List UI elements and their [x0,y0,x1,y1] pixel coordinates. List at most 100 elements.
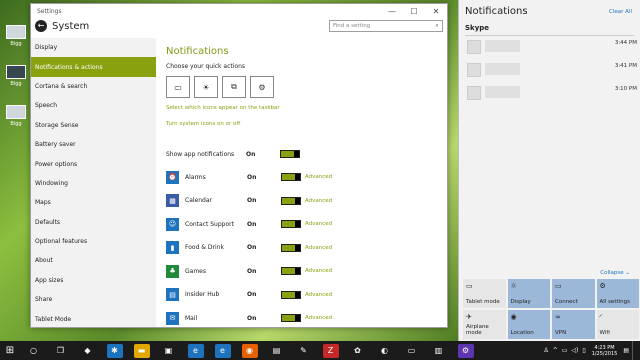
tile-connect[interactable]: ▭ Connect [552,279,595,308]
notification-content [485,40,520,52]
sidebar-item-display[interactable]: Display [31,38,156,57]
brightness-icon[interactable]: ☀ [194,76,218,98]
app-notification-toggle[interactable] [281,243,301,252]
tray-icon[interactable]: ▭ [562,347,568,354]
tray-icon[interactable]: ◁) [571,347,578,354]
sidebar-item-tablet-mode[interactable]: Tablet Mode [31,309,156,328]
app-notification-toggle[interactable] [281,173,301,181]
notification-item[interactable]: 3:10 PM [467,86,637,106]
settings-taskbar-icon[interactable]: ⚙ [457,343,474,358]
sidebar-item-optional-features[interactable]: Optional features [31,232,156,251]
window-title: Settings [37,7,62,15]
advanced-link[interactable]: Advanced [305,245,332,251]
on-label: On [247,267,257,275]
search-icon[interactable]: ○ [25,343,42,358]
desktop-icon[interactable]: Bigg [4,25,28,47]
tablet-icon[interactable]: ▭ [166,76,190,98]
collapse-link[interactable]: Collapse ⌄ [600,270,630,276]
tile-display[interactable]: ☼ Display [507,279,550,308]
taskbar-icons-link[interactable]: Select which icons appear on the taskbar [166,105,447,111]
sidebar-item-share[interactable]: Share [31,290,156,309]
app-notification-row: ▤ Insider Hub On Advanced [166,285,446,305]
tile-airplane-mode[interactable]: ✈ Airplane mode [463,310,506,339]
advanced-link[interactable]: Advanced [305,268,332,274]
sidebar-item-maps[interactable]: Maps [31,193,156,212]
advanced-link[interactable]: Advanced [305,315,332,321]
advanced-link[interactable]: Advanced [305,292,332,298]
app-icon-9[interactable]: ▥ [430,343,447,358]
app-icon-1[interactable]: ◆ [79,343,96,358]
start-button[interactable]: ⊞ [0,345,20,356]
settings-icon[interactable]: ⚙ [250,76,274,98]
avatar [467,86,481,100]
sidebar-item-battery-saver[interactable]: Battery saver [31,135,156,154]
tray-icon[interactable]: ^ [553,347,558,354]
sidebar-item-power-options[interactable]: Power options [31,154,156,173]
sidebar-item-defaults[interactable]: Defaults [31,213,156,232]
search-placeholder: Find a setting [333,23,371,29]
desktop-icon[interactable]: Bigg [4,105,28,127]
app-notification-toggle[interactable] [281,220,301,228]
connect-icon[interactable]: ⧉ [222,76,246,98]
app-icon-7[interactable]: ◐ [376,343,393,358]
show-desktop-button[interactable] [632,341,636,360]
ie-icon[interactable]: e [214,343,231,358]
tile-location[interactable]: ◉ Location [507,310,550,339]
search-icon[interactable]: ⌕ [432,23,442,30]
app-notification-toggle[interactable] [281,196,301,205]
notification-item[interactable]: 3:44 PM [467,40,637,60]
app-icon-5[interactable]: ✎ [295,343,312,358]
on-label: On [247,314,257,322]
desktop-icon[interactable]: Bigg [4,65,28,87]
app-icon: ⏰ [166,170,179,184]
clock[interactable]: 4:23 PM 1/25/2015 [589,345,621,357]
sidebar-item-speech[interactable]: Speech [31,96,156,115]
edge-icon[interactable]: e [187,343,204,358]
clear-all-link[interactable]: Clear All [609,9,632,15]
settings-window: Settings — ☐ ✕ ← System Find a setting ⌕… [30,3,448,328]
filezilla-icon[interactable]: Z [322,343,339,358]
app-notification-toggle[interactable] [281,290,301,299]
sidebar-item-storage-sense[interactable]: Storage Sense [31,116,156,135]
sidebar: Display Notifications & actions Cortana & … [31,38,156,327]
tile-all-settings[interactable]: ⚙ All settings [596,279,639,308]
show-app-notifications-toggle[interactable] [280,150,300,158]
on-label: On [247,197,257,204]
app-icon-4[interactable]: ▣ [160,343,177,358]
advanced-link[interactable]: Advanced [305,174,332,180]
task-view-icon[interactable]: ❐ [52,343,69,358]
app-icon-8[interactable]: ▭ [403,343,420,358]
minimize-button[interactable]: — [381,7,403,16]
firefox-icon[interactable]: ◉ [241,343,258,358]
search-input[interactable]: Find a setting ⌕ [329,20,443,32]
app-notification-toggle[interactable] [281,314,301,322]
back-arrow-icon[interactable]: ← [35,20,47,32]
maximize-button[interactable]: ☐ [403,7,425,16]
system-icons-link[interactable]: Turn system icons on or off [166,121,447,127]
app-icon-3[interactable]: ▬ [133,343,150,358]
tile-icon: ☼ [510,282,517,290]
sidebar-item-app-sizes[interactable]: App sizes [31,271,156,290]
store-icon[interactable]: ▤ [268,343,285,358]
sidebar-item-cortana-search[interactable]: Cortana & search [31,77,156,96]
close-button[interactable]: ✕ [425,7,447,16]
thumbnail-icon [6,25,26,39]
sidebar-item-about[interactable]: About [31,251,156,270]
app-notification-toggle[interactable] [281,267,301,275]
notification-item[interactable]: 3:41 PM [467,63,637,83]
app-notification-row: ☺ Contact Support On Advanced [166,214,446,234]
app-icon-6[interactable]: ✿ [349,343,366,358]
tray-icon[interactable]: ▯ [582,347,585,354]
tray-icon[interactable]: ♙ [543,347,548,354]
tile-tablet-mode[interactable]: ▭ Tablet mode [463,279,506,308]
app-icon: ✉ [166,311,179,325]
advanced-link[interactable]: Advanced [305,221,332,227]
tile-wifi[interactable]: ◜ Wifi [596,310,639,339]
sidebar-item-windowing[interactable]: Windowing [31,174,156,193]
notification-time: 3:44 PM [614,40,637,46]
tile-vpn[interactable]: ∞ VPN [552,310,595,339]
notification-center-icon[interactable]: ▤ [623,347,629,354]
sidebar-item-notifications-actions[interactable]: Notifications & actions [31,57,156,77]
advanced-link[interactable]: Advanced [305,198,332,204]
app-icon-2[interactable]: ✱ [106,343,123,358]
